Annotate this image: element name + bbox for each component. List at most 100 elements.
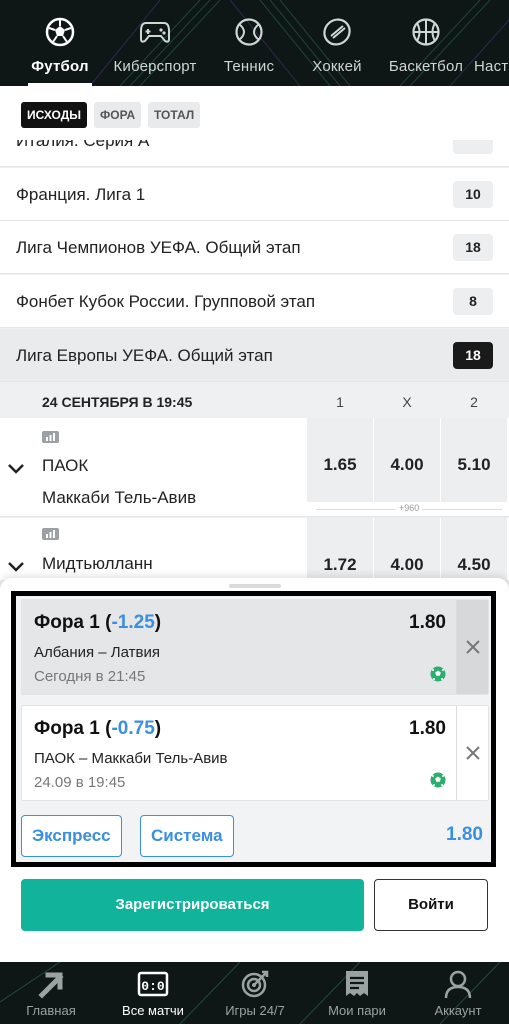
target-icon: [239, 968, 271, 1000]
nav-label: Мои пари: [328, 1003, 386, 1018]
table-tennis-icon: [474, 16, 506, 48]
login-button[interactable]: Войти: [374, 879, 488, 931]
tab-label: Футбол: [31, 58, 89, 75]
tournament-count: 18: [453, 234, 493, 261]
close-icon: [465, 640, 480, 654]
bet-type: Фора 1 (-1.25): [34, 612, 162, 633]
coupon-time: Сегодня в 21:45: [34, 668, 146, 685]
bet-coupon[interactable]: Фора 1 (-0.75) 1.80 ПАОК – Маккаби Тель-…: [21, 705, 489, 801]
tournament-list: Италия. Серия А Франция. Лига 1 10 Лига …: [0, 140, 509, 580]
bottom-navigation: Главная 0:0 Все матчи Игры 24/7 Мои пари…: [0, 962, 509, 1024]
odd-1[interactable]: 1.65: [307, 418, 373, 502]
more-markets-count[interactable]: +960: [396, 503, 423, 513]
tennis-ball-icon: [233, 16, 265, 48]
remove-coupon-button[interactable]: [456, 706, 488, 800]
column-header-x: X: [402, 394, 412, 410]
match-row[interactable]: Мидтьюлланн 1.72 4.00 4.50: [0, 518, 509, 580]
coupon-odds: 1.80: [409, 718, 446, 739]
handicap-value: -0.75: [111, 718, 155, 739]
tournament-row[interactable]: Франция. Лига 1 10: [0, 168, 509, 221]
bet-type: Фора 1 (-0.75): [34, 718, 162, 739]
football-sport-icon: [430, 772, 446, 788]
odd-2[interactable]: 4.50: [441, 518, 507, 580]
gamepad-icon: [139, 16, 171, 48]
tournament-count: [453, 140, 493, 154]
odd-2[interactable]: 5.10: [441, 418, 507, 502]
drag-handle[interactable]: [229, 584, 281, 588]
user-icon: [442, 968, 474, 1000]
nav-label: Все матчи: [122, 1003, 184, 1018]
team-home: ПАОК: [42, 456, 89, 475]
close-icon: [465, 746, 480, 760]
tournament-name: Италия. Серия А: [16, 140, 150, 150]
tab-basketball[interactable]: Баскетбол: [385, 0, 467, 86]
nav-account[interactable]: Аккаунт: [407, 962, 509, 1024]
statistics-icon[interactable]: [42, 431, 59, 443]
tournament-name: Лига Чемпионов УЕФА. Общий этап: [16, 238, 301, 257]
svg-text:0:0: 0:0: [141, 979, 165, 994]
tournament-count: 8: [453, 288, 493, 315]
statistics-icon[interactable]: [42, 528, 59, 540]
nav-all-matches[interactable]: 0:0 Все матчи: [102, 962, 204, 1024]
tournament-row[interactable]: Италия. Серия А: [0, 140, 509, 167]
tab-table-tennis[interactable]: Наст: [474, 0, 509, 86]
coupon-time: 24.09 в 19:45: [34, 774, 126, 791]
tab-esports[interactable]: Киберспорт: [107, 0, 203, 86]
tournament-count: 18: [453, 342, 493, 369]
coupon-event: ПАОК – Маккаби Тель-Авив: [34, 750, 228, 767]
match-row[interactable]: ПАОК Маккаби Тель-Авив 1.65 4.00 5.10 +9…: [0, 418, 509, 517]
coupon-icon: [341, 968, 373, 1000]
football-sport-icon: [430, 666, 446, 682]
odd-x[interactable]: 4.00: [374, 418, 440, 502]
basketball-icon: [410, 16, 442, 48]
tab-hockey[interactable]: Хоккей: [306, 0, 368, 86]
tournament-name: Франция. Лига 1: [16, 185, 146, 204]
tab-label: Баскетбол: [388, 58, 464, 75]
bet-coupon[interactable]: Фора 1 (-1.25) 1.80 Албания – Латвия Сег…: [21, 599, 489, 695]
bet-slip-panel: Фора 1 (-1.25) 1.80 Албания – Латвия Сег…: [0, 578, 509, 1024]
tournament-row[interactable]: Лига Чемпионов УЕФА. Общий этап 18: [0, 221, 509, 274]
tournament-name: Фонбет Кубок России. Групповой этап: [16, 292, 316, 311]
handicap-value: -1.25: [111, 612, 155, 633]
nav-label: Главная: [26, 1003, 76, 1018]
express-button[interactable]: Экспресс: [21, 815, 122, 857]
system-button[interactable]: Система: [140, 815, 234, 857]
sports-tab-bar: Футбол Киберспорт Теннис Хоккей Баскетбо…: [0, 0, 509, 86]
odd-x[interactable]: 4.00: [374, 518, 440, 580]
column-header-1: 1: [336, 394, 344, 410]
bet-slip-coupons: Фора 1 (-1.25) 1.80 Албания – Латвия Сег…: [11, 591, 496, 867]
filter-handicap[interactable]: ФОРА: [94, 102, 142, 128]
filter-outcomes[interactable]: ИСХОДЫ: [21, 102, 87, 128]
hockey-puck-icon: [321, 16, 353, 48]
coupon-odds: 1.80: [409, 612, 446, 633]
nav-label: Аккаунт: [434, 1003, 482, 1018]
filter-total[interactable]: ТОТАЛ: [148, 102, 201, 128]
team-away: Маккаби Тель-Авив: [42, 488, 197, 507]
tab-tennis[interactable]: Теннис: [218, 0, 280, 86]
coupon-event: Албания – Латвия: [34, 644, 161, 661]
remove-coupon-button[interactable]: [456, 600, 488, 694]
chevron-down-icon[interactable]: [6, 458, 26, 478]
tab-football[interactable]: Футбол: [24, 0, 96, 86]
tab-label: Киберспорт: [113, 58, 197, 75]
tournament-row[interactable]: Фонбет Кубок России. Групповой этап 8: [0, 275, 509, 328]
tab-label: Хоккей: [312, 58, 362, 75]
market-filter-bar: ИСХОДЫ ФОРА ТОТАЛ: [0, 86, 509, 140]
match-date-header: 24 СЕНТЯБРЯ В 19:45 1 X 2: [0, 382, 509, 418]
column-header-2: 2: [470, 394, 478, 410]
register-button[interactable]: Зарегистрироваться: [21, 879, 364, 931]
tab-label: Теннис: [223, 58, 275, 75]
nav-home[interactable]: Главная: [0, 962, 102, 1024]
tournament-name: Лига Европы УЕФА. Общий этап: [16, 346, 273, 365]
team-home: Мидтьюлланн: [42, 554, 153, 573]
nav-games[interactable]: Игры 24/7: [204, 962, 306, 1024]
odd-1[interactable]: 1.72: [307, 518, 373, 580]
total-odds: 1.80: [446, 824, 483, 845]
home-arrow-icon: [35, 968, 67, 1000]
tab-label: Наст: [474, 58, 509, 75]
match-date: 24 СЕНТЯБРЯ В 19:45: [42, 394, 193, 410]
chevron-down-icon[interactable]: [6, 556, 26, 576]
tournament-count: 10: [453, 181, 493, 208]
nav-my-bets[interactable]: Мои пари: [306, 962, 408, 1024]
tournament-row-expanded[interactable]: Лига Европы УЕФА. Общий этап 18: [0, 329, 509, 382]
